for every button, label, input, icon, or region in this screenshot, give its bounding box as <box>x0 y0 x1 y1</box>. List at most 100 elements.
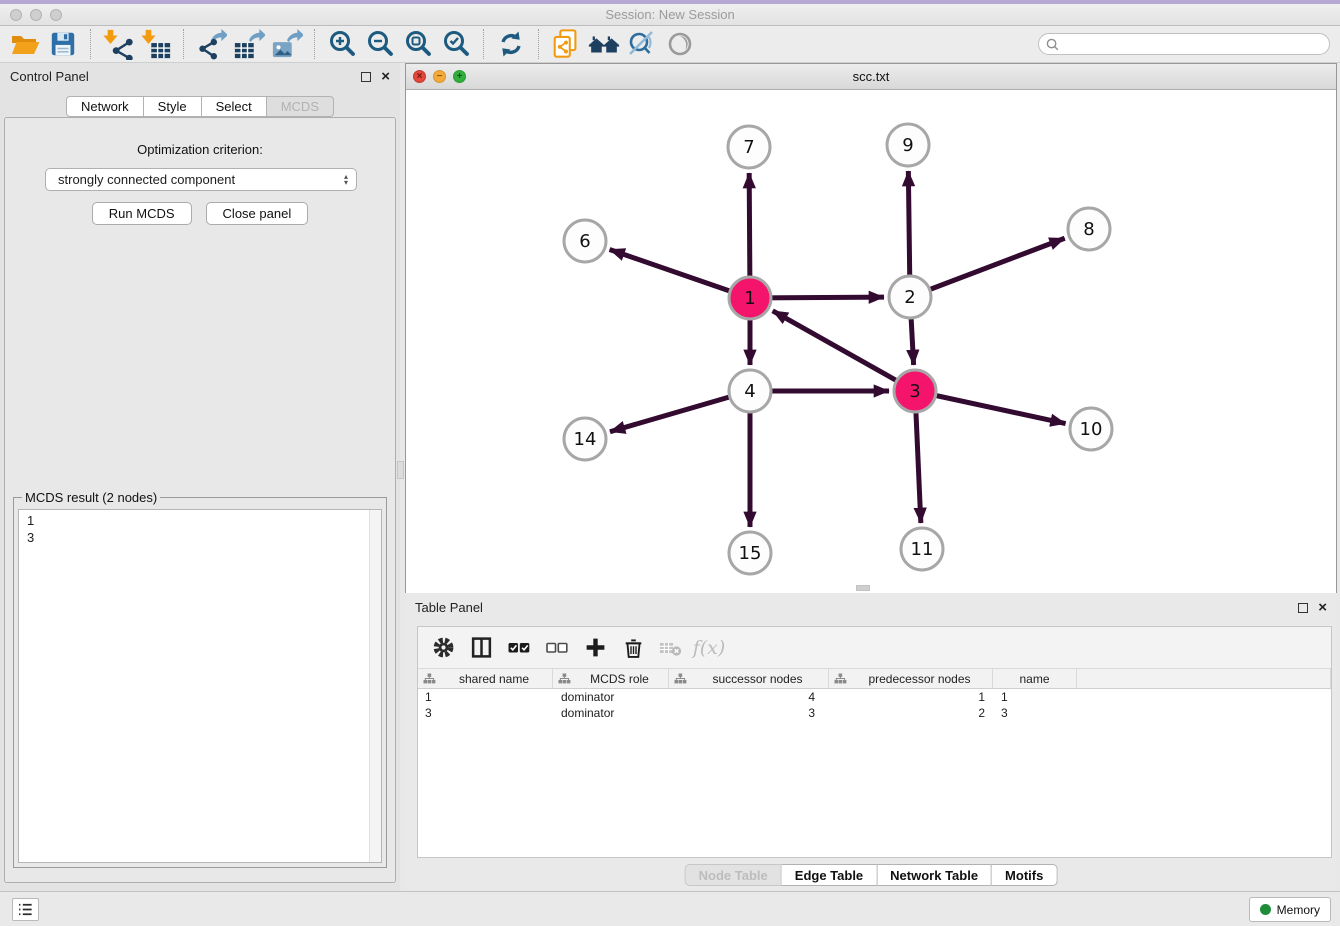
column-header-mcds-role[interactable]: MCDS role <box>553 669 669 688</box>
criterion-select[interactable]: strongly connected component ▴▾ <box>45 168 357 191</box>
tab-network-table[interactable]: Network Table <box>877 864 992 886</box>
zoom-fit-icon <box>403 29 433 59</box>
zoom-selected-icon <box>441 29 471 59</box>
result-scrollbar[interactable] <box>369 510 381 862</box>
zoom-selected-button[interactable] <box>437 28 475 60</box>
zoom-in-icon <box>327 29 357 59</box>
clone-network-button[interactable] <box>547 28 585 60</box>
float-panel-icon[interactable] <box>361 72 371 82</box>
table-cell: dominator <box>553 705 669 721</box>
graph-node-label: 8 <box>1083 219 1094 240</box>
tab-select[interactable]: Select <box>202 96 267 117</box>
column-header-shared-name[interactable]: shared name <box>418 669 553 688</box>
close-panel-button[interactable]: Close panel <box>206 202 309 225</box>
graph-node-label: 9 <box>902 135 913 156</box>
column-header-predecessor-nodes[interactable]: predecessor nodes <box>829 669 993 688</box>
show-all-button[interactable] <box>661 28 699 60</box>
refresh-layout-button[interactable] <box>492 28 530 60</box>
home-button[interactable] <box>585 28 623 60</box>
export-network-button[interactable] <box>192 28 230 60</box>
graph-edge-3-1[interactable] <box>773 311 915 391</box>
show-columns-button[interactable] <box>464 633 498 663</box>
network-graph[interactable]: 1234678910111415 <box>406 90 1336 593</box>
run-mcds-button[interactable]: Run MCDS <box>92 202 192 225</box>
import-table-button[interactable] <box>137 28 175 60</box>
search-box[interactable] <box>1038 33 1330 55</box>
save-floppy-icon <box>49 30 77 58</box>
horizontal-split-divider-handle[interactable] <box>856 585 870 591</box>
open-folder-icon <box>10 29 40 59</box>
graph-node-label: 7 <box>743 137 754 158</box>
checked-boxes-icon <box>507 637 531 659</box>
table-header-row: shared name MCDS role successor nodes pr… <box>418 669 1331 689</box>
mcds-result-list[interactable]: 1 3 <box>18 509 382 863</box>
delete-row-button[interactable] <box>616 633 650 663</box>
network-window-title: scc.txt <box>406 69 1336 84</box>
import-network-icon <box>102 28 134 60</box>
deselect-all-button[interactable] <box>540 633 574 663</box>
graph-edge-2-8[interactable] <box>910 238 1065 297</box>
graph-node-label: 14 <box>574 429 597 450</box>
tab-node-table[interactable]: Node Table <box>685 864 782 886</box>
table-cell: dominator <box>553 689 669 705</box>
search-input[interactable] <box>1064 35 1329 53</box>
zoom-fit-button[interactable] <box>399 28 437 60</box>
unchecked-boxes-icon <box>545 637 569 659</box>
add-row-button[interactable] <box>578 633 612 663</box>
main-toolbar <box>0 26 1340 63</box>
function-builder-button[interactable]: f(x) <box>692 633 726 663</box>
import-table-icon <box>140 28 172 60</box>
list-icon <box>17 902 34 917</box>
mcds-result-line: 3 <box>27 529 381 546</box>
delete-table-button[interactable] <box>654 633 688 663</box>
search-icon <box>1046 38 1059 51</box>
vertical-split-divider-handle[interactable] <box>397 461 404 479</box>
control-panel-header: Control Panel × <box>0 63 400 90</box>
zoom-in-button[interactable] <box>323 28 361 60</box>
save-session-button[interactable] <box>44 28 82 60</box>
attribute-tree-icon <box>834 673 847 684</box>
column-header-name[interactable]: name <box>993 669 1077 688</box>
table-toolbar: f(x) <box>418 627 1331 669</box>
attribute-tree-icon <box>674 673 687 684</box>
table-panel: Table Panel × <box>405 594 1337 890</box>
zoom-out-icon <box>365 29 395 59</box>
memory-label: Memory <box>1277 903 1320 917</box>
toolbar-separator <box>90 29 91 59</box>
home-icon <box>587 29 621 59</box>
graph-node-label: 15 <box>739 543 762 564</box>
task-history-button[interactable] <box>12 898 39 921</box>
export-table-button[interactable] <box>230 28 268 60</box>
import-network-button[interactable] <box>99 28 137 60</box>
memory-button[interactable]: Memory <box>1249 897 1331 922</box>
table-cell: 1 <box>418 689 553 705</box>
close-panel-icon[interactable]: × <box>1318 603 1327 613</box>
tab-mcds[interactable]: MCDS <box>267 96 334 117</box>
network-canvas[interactable]: 1234678910111415 <box>406 90 1336 593</box>
toolbar-separator <box>538 29 539 59</box>
open-session-button[interactable] <box>6 28 44 60</box>
table-row[interactable]: 3dominator323 <box>418 705 1331 721</box>
table-row[interactable]: 1dominator411 <box>418 689 1331 705</box>
zoom-out-button[interactable] <box>361 28 399 60</box>
table-cell-filler <box>1077 705 1331 721</box>
network-window-titlebar[interactable]: × − + scc.txt <box>406 64 1336 90</box>
close-panel-icon[interactable]: × <box>381 72 390 82</box>
tab-style[interactable]: Style <box>144 96 202 117</box>
tab-motifs[interactable]: Motifs <box>992 864 1057 886</box>
export-network-icon <box>195 28 227 60</box>
tab-network[interactable]: Network <box>66 96 144 117</box>
hide-selected-button[interactable] <box>623 28 661 60</box>
column-header-successor-nodes[interactable]: successor nodes <box>669 669 829 688</box>
select-all-button[interactable] <box>502 633 536 663</box>
mcds-result-title: MCDS result (2 nodes) <box>22 490 160 505</box>
status-bar: Memory <box>0 891 1340 926</box>
tab-edge-table[interactable]: Edge Table <box>782 864 877 886</box>
float-panel-icon[interactable] <box>1298 603 1308 613</box>
export-table-icon <box>233 28 265 60</box>
graph-edge-3-10[interactable] <box>915 391 1066 424</box>
control-panel-tabs: Network Style Select MCDS <box>0 96 400 117</box>
table-settings-button[interactable] <box>426 633 460 663</box>
table-cell: 4 <box>669 689 829 705</box>
export-image-button[interactable] <box>268 28 306 60</box>
